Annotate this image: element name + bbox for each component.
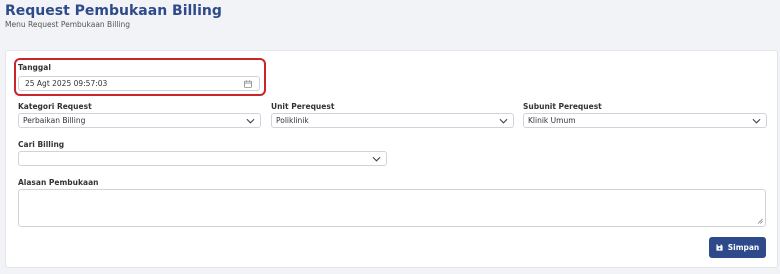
unit-perequest-select[interactable]: Poliklinik (271, 113, 514, 128)
cari-billing-select[interactable] (18, 151, 387, 166)
form-card: Tanggal 25 Agt 2025 09:57:03 Kategori Re… (5, 50, 778, 268)
unit-perequest-label: Unit Perequest (271, 102, 335, 111)
chevron-down-icon (246, 118, 255, 124)
kategori-request-label: Kategori Request (18, 102, 92, 111)
alasan-pembukaan-textarea[interactable] (18, 189, 766, 227)
save-button-label: Simpan (727, 243, 760, 252)
subunit-perequest-value: Klinik Umum (528, 116, 576, 125)
alasan-pembukaan-label: Alasan Pembukaan (18, 178, 99, 187)
page-title: Request Pembukaan Billing (5, 3, 222, 19)
page-subtitle: Menu Request Pembukaan Billing (5, 20, 131, 29)
calendar-icon[interactable] (244, 80, 252, 88)
subunit-perequest-select[interactable]: Klinik Umum (523, 113, 767, 128)
save-button[interactable]: Simpan (709, 237, 766, 258)
cari-billing-label: Cari Billing (18, 140, 65, 149)
tanggal-label: Tanggal (18, 63, 51, 72)
resize-handle-icon[interactable] (757, 218, 763, 224)
chevron-down-icon (752, 118, 761, 124)
tanggal-input[interactable]: 25 Agt 2025 09:57:03 (18, 76, 260, 91)
floppy-disk-icon (716, 244, 723, 251)
chevron-down-icon (499, 118, 508, 124)
chevron-down-icon (372, 156, 381, 162)
kategori-request-select[interactable]: Perbaikan Billing (18, 113, 261, 128)
unit-perequest-value: Poliklinik (276, 116, 309, 125)
page-header: Request Pembukaan Billing Menu Request P… (5, 2, 222, 30)
subunit-perequest-label: Subunit Perequest (523, 102, 602, 111)
kategori-request-value: Perbaikan Billing (23, 116, 86, 125)
tanggal-value: 25 Agt 2025 09:57:03 (25, 79, 108, 88)
